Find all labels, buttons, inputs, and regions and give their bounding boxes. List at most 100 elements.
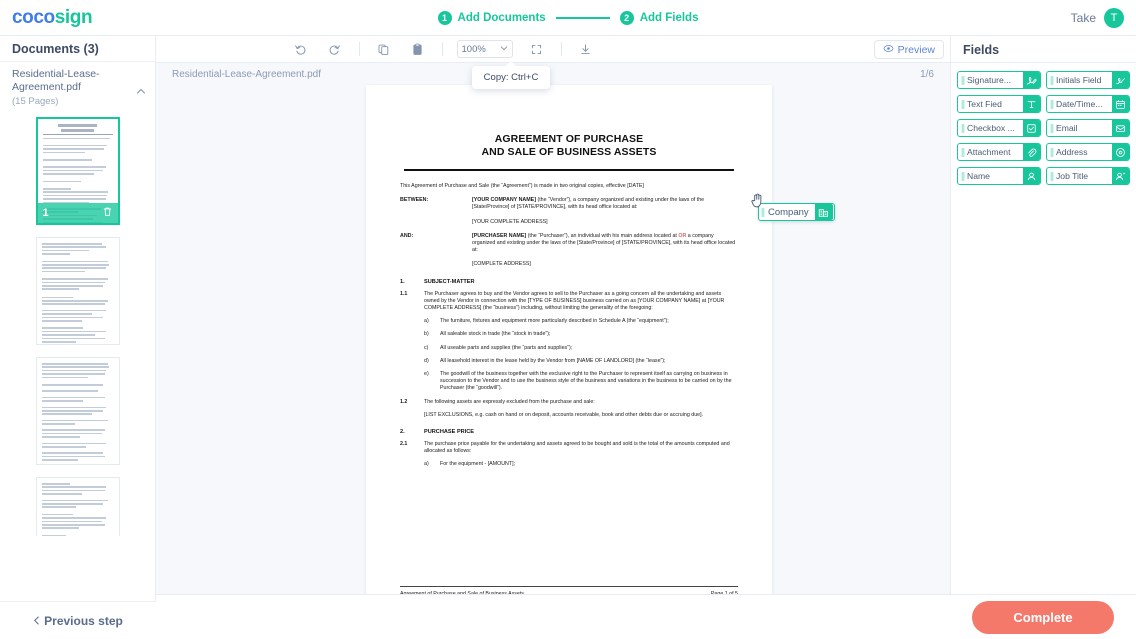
page-thumbnails[interactable]: 1 bbox=[0, 113, 155, 536]
field-label: Checkbox ... bbox=[967, 123, 1015, 133]
field-label: Attachment bbox=[967, 147, 1011, 157]
between-body: [YOUR COMPANY NAME] (the “Vendor”), a co… bbox=[472, 197, 738, 211]
preview-label: Preview bbox=[897, 43, 935, 56]
email-icon bbox=[1112, 120, 1129, 136]
fields-panel-title: Fields bbox=[950, 36, 1136, 63]
between-bold: [YOUR COMPANY NAME] bbox=[472, 197, 536, 204]
attachment-icon bbox=[1023, 144, 1040, 160]
page-thumbnail-4[interactable] bbox=[35, 477, 120, 536]
signature-icon bbox=[1023, 72, 1040, 88]
and-label: AND: bbox=[400, 232, 414, 239]
trash-icon[interactable] bbox=[102, 204, 113, 222]
clause-1-2: 1.2 The following assets are expressly e… bbox=[400, 399, 738, 406]
drag-handle-icon[interactable] bbox=[1047, 147, 1056, 158]
page-thumbnail-1[interactable]: 1 bbox=[35, 117, 120, 225]
field-chip-address[interactable]: Address bbox=[1046, 143, 1130, 161]
document-viewer[interactable]: Residential-Lease-Agreement.pdf 1/6 AGRE… bbox=[156, 63, 950, 639]
drag-handle-icon[interactable] bbox=[1047, 123, 1056, 134]
field-chip-datetime[interactable]: Date/Time... bbox=[1046, 95, 1130, 113]
drag-handle-icon[interactable] bbox=[1047, 99, 1056, 110]
avatar[interactable]: T bbox=[1104, 8, 1124, 28]
drag-handle-icon[interactable] bbox=[958, 99, 967, 110]
fields-panel: Signature... Initials Field Text Fied Da… bbox=[950, 63, 1136, 639]
clause-1-2-text: The following assets are expressly exclu… bbox=[424, 398, 595, 405]
step-add-fields[interactable]: 2 Add Fields bbox=[619, 11, 698, 25]
top-bar: cocosign 1 Add Documents 2 Add Fields Ta… bbox=[0, 0, 1136, 36]
field-chip-initials[interactable]: Initials Field bbox=[1046, 71, 1130, 89]
previous-step-button[interactable]: Previous step bbox=[0, 601, 156, 639]
dragged-field-company[interactable]: Company bbox=[758, 203, 835, 221]
viewer-document-name: Residential-Lease-Agreement.pdf bbox=[172, 68, 321, 80]
step-connector bbox=[555, 17, 610, 19]
list-marker: d) bbox=[424, 357, 429, 364]
list-item: b) All saleable stock in trade (the “sto… bbox=[400, 331, 738, 338]
initials-icon bbox=[1112, 72, 1129, 88]
field-label: Initials Field bbox=[1056, 75, 1102, 85]
drag-handle-icon[interactable] bbox=[1047, 171, 1056, 182]
thumbnail-page-number: 1 bbox=[42, 207, 49, 219]
field-chip-job-title[interactable]: Job Title bbox=[1046, 167, 1130, 185]
field-chip-name[interactable]: Name bbox=[957, 167, 1041, 185]
between-label: BETWEEN: bbox=[400, 197, 429, 204]
user-menu[interactable]: Take T bbox=[1071, 0, 1124, 36]
between-address: [YOUR COMPLETE ADDRESS] bbox=[472, 218, 548, 225]
grab-cursor-icon bbox=[750, 192, 764, 208]
list-marker: a) bbox=[424, 461, 429, 468]
field-chip-signature[interactable]: Signature... bbox=[957, 71, 1041, 89]
drag-handle-icon[interactable] bbox=[958, 75, 967, 86]
list-text: The furniture, fixtures and equipment mo… bbox=[440, 318, 669, 325]
drag-handle-icon[interactable] bbox=[958, 147, 967, 158]
thumbnail-preview bbox=[37, 478, 119, 536]
drag-handle-icon[interactable] bbox=[958, 123, 967, 134]
list-text: All leasehold interest in the lease held… bbox=[440, 357, 666, 364]
field-chip-text[interactable]: Text Fied bbox=[957, 95, 1041, 113]
redo-icon[interactable] bbox=[325, 39, 345, 59]
preview-button[interactable]: Preview bbox=[873, 40, 944, 59]
document-page[interactable]: AGREEMENT OF PURCHASE AND SALE OF BUSINE… bbox=[366, 85, 772, 607]
complete-button[interactable]: Complete bbox=[972, 601, 1114, 634]
toolbar-divider bbox=[358, 42, 360, 56]
documents-list[interactable]: Residential-Lease-Agreement.pdf (15 Page… bbox=[0, 62, 155, 536]
field-chip-email[interactable]: Email bbox=[1046, 119, 1130, 137]
step-add-documents[interactable]: 1 Add Documents bbox=[437, 11, 546, 25]
zoom-level-select[interactable]: 100% bbox=[456, 40, 513, 58]
list-text: All saleable stock in trade (the “stock … bbox=[440, 331, 551, 338]
clause-2-1-text: The purchase price payable for the under… bbox=[424, 441, 730, 455]
clause-1-1: 1.1 The Purchaser agrees to buy and the … bbox=[400, 291, 738, 313]
clause-2-1-number: 2.1 bbox=[400, 441, 408, 448]
field-chip-checkbox[interactable]: Checkbox ... bbox=[957, 119, 1041, 137]
paste-icon[interactable] bbox=[408, 39, 428, 59]
field-label: Job Title bbox=[1056, 171, 1089, 181]
copy-icon[interactable] bbox=[374, 39, 394, 59]
chevron-down-icon bbox=[500, 44, 508, 55]
field-chip-attachment[interactable]: Attachment bbox=[957, 143, 1041, 161]
download-icon[interactable] bbox=[576, 39, 596, 59]
fullscreen-icon[interactable] bbox=[527, 39, 547, 59]
section-1-number: 1. bbox=[400, 278, 405, 285]
user-icon bbox=[1023, 168, 1040, 184]
job-title-icon bbox=[1112, 168, 1129, 184]
drag-handle-icon[interactable] bbox=[958, 171, 967, 182]
chevron-up-icon[interactable] bbox=[136, 83, 146, 94]
section-1-heading: 1. SUBJECT-MATTER bbox=[400, 279, 738, 285]
zoom-level-value: 100% bbox=[461, 43, 486, 55]
exclusions-text: [LIST EXCLUSIONS, e.g. cash on hand or o… bbox=[424, 411, 704, 418]
calendar-icon bbox=[1112, 96, 1129, 112]
step-1-label: Add Documents bbox=[457, 12, 546, 24]
company-icon bbox=[814, 204, 833, 220]
and-bold: [PURCHASER NAME] bbox=[472, 232, 527, 239]
page-thumbnail-3[interactable] bbox=[35, 357, 120, 465]
and-address: [COMPLETE ADDRESS] bbox=[472, 261, 531, 268]
field-label: Date/Time... bbox=[1056, 99, 1103, 109]
undo-icon[interactable] bbox=[291, 39, 311, 59]
drag-handle-icon[interactable] bbox=[1047, 75, 1056, 86]
list-marker: e) bbox=[424, 371, 429, 378]
document-header-residential-lease[interactable]: Residential-Lease-Agreement.pdf (15 Page… bbox=[0, 62, 155, 113]
clause-2-1: 2.1 The purchase price payable for the u… bbox=[400, 441, 738, 455]
page-thumbnail-2[interactable] bbox=[35, 237, 120, 345]
location-icon bbox=[1112, 144, 1129, 160]
and-body: [PURCHASER NAME] (the “Purchaser”), an i… bbox=[472, 233, 738, 255]
field-label: Name bbox=[967, 171, 990, 181]
step-2-number: 2 bbox=[619, 11, 634, 25]
